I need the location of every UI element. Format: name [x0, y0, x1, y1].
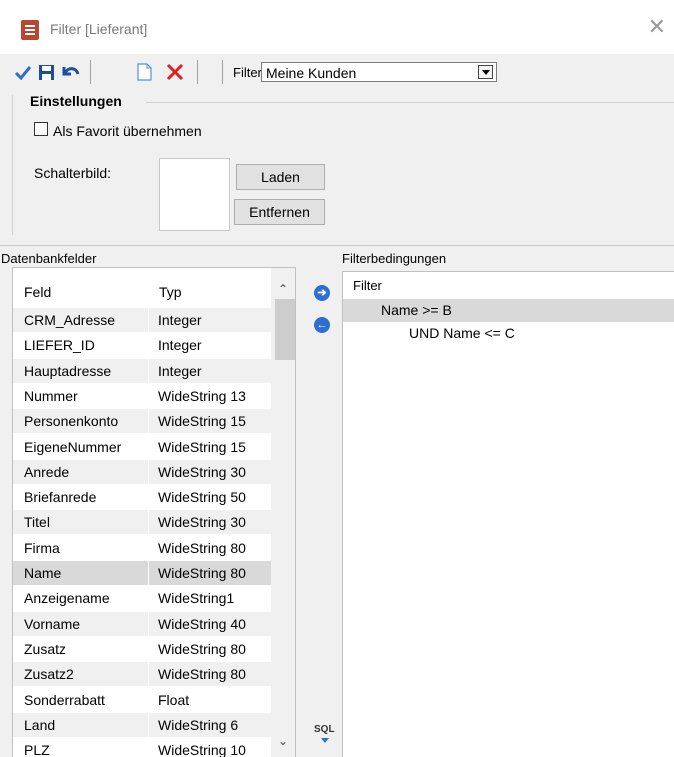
cell-feld: Personenkonto: [13, 409, 148, 434]
checkmark-icon[interactable]: [13, 60, 33, 84]
cell-feld: Anzeigename: [13, 586, 148, 611]
table-row[interactable]: Titel WideString 30: [13, 510, 271, 535]
table-row[interactable]: Anzeigename WideString1: [13, 586, 271, 611]
scroll-down-icon[interactable]: ⌄: [278, 734, 288, 748]
cell-typ: WideString 15: [149, 434, 271, 459]
table-row[interactable]: Zusatz2 WideString 80: [13, 662, 271, 687]
settings-group-title: Einstellungen: [30, 93, 122, 109]
sql-button[interactable]: SQL: [314, 724, 335, 735]
sql-dropdown-icon[interactable]: [321, 738, 329, 743]
tree-node[interactable]: Name >= B: [381, 302, 452, 318]
database-fields-grid[interactable]: Feld Typ CRM_Adresse Integer LIEFER_ID Inte…: [12, 267, 296, 757]
cell-feld: Zusatz2: [13, 662, 148, 687]
window-title: Filter [Lieferant]: [50, 21, 148, 37]
remove-condition-arrow-icon[interactable]: ←: [314, 317, 330, 333]
table-row[interactable]: Briefanrede WideString 50: [13, 485, 271, 510]
grid-header: Feld Typ: [13, 268, 283, 308]
cell-typ: WideString 15: [149, 409, 271, 434]
close-icon[interactable]: ✕: [648, 14, 666, 40]
table-row[interactable]: Nummer WideString 13: [13, 383, 271, 409]
table-row[interactable]: Hauptadresse Integer: [13, 358, 271, 384]
cell-feld: PLZ: [13, 738, 148, 757]
table-row[interactable]: Anrede WideString 30: [13, 459, 271, 485]
load-button[interactable]: Laden: [236, 164, 325, 190]
cell-feld: Briefanrede: [13, 485, 148, 510]
cell-typ: Integer: [149, 358, 271, 383]
table-row[interactable]: Zusatz WideString 80: [13, 636, 271, 662]
cell-typ: WideString 80: [149, 535, 271, 560]
filter-dropdown-value: Meine Kunden: [266, 65, 357, 81]
favorite-checkbox-label[interactable]: Als Favorit übernehmen: [53, 123, 202, 139]
vertical-scrollbar[interactable]: ⌃ ⌄: [271, 268, 295, 757]
button-image-preview: [159, 158, 230, 231]
delete-icon[interactable]: [164, 60, 186, 84]
cell-typ: WideString 13: [149, 383, 271, 408]
database-fields-label: Datenbankfelder: [1, 251, 97, 266]
cell-typ: WideString 10: [149, 738, 271, 757]
cell-feld: Name: [13, 561, 148, 585]
cell-feld: Land: [13, 712, 148, 737]
table-row[interactable]: Sonderrabatt Float: [13, 687, 271, 713]
chevron-down-icon[interactable]: [478, 65, 493, 79]
filter-conditions-tree[interactable]: Filter Name >= B UND Name <= C: [342, 271, 674, 757]
cell-typ: Integer: [149, 333, 271, 358]
column-header-typ[interactable]: Typ: [159, 284, 182, 300]
table-row[interactable]: Vorname WideString 40: [13, 611, 271, 637]
toolbar: Filter Meine Kunden: [0, 54, 674, 88]
table-row[interactable]: PLZ WideString 10: [13, 738, 271, 757]
cell-feld: Sonderrabatt: [13, 687, 148, 712]
toolbar-separator: [90, 60, 91, 84]
cell-feld: Zusatz: [13, 636, 148, 661]
title-bar: Filter [Lieferant] ✕: [0, 0, 674, 54]
add-condition-arrow-icon[interactable]: ➔: [314, 285, 330, 301]
cell-feld: CRM_Adresse: [13, 308, 148, 332]
cell-typ: WideString 40: [149, 611, 271, 636]
undo-icon[interactable]: [60, 60, 82, 84]
table-row[interactable]: LIEFER_ID Integer: [13, 333, 271, 358]
cell-typ: WideString 80: [149, 662, 271, 687]
save-icon[interactable]: [36, 60, 56, 84]
toolbar-separator: [222, 60, 223, 84]
cell-feld: Anrede: [13, 459, 148, 484]
table-row[interactable]: Name WideString 80: [13, 561, 271, 586]
tree-root-filter[interactable]: Filter: [353, 278, 382, 293]
cell-typ: Float: [149, 687, 271, 712]
tree-node[interactable]: UND Name <= C: [409, 325, 515, 341]
table-row[interactable]: CRM_Adresse Integer: [13, 308, 271, 333]
cell-feld: Firma: [13, 535, 148, 560]
scrollbar-thumb[interactable]: [275, 299, 295, 360]
cell-typ: WideString 50: [149, 485, 271, 510]
cell-feld: Hauptadresse: [13, 358, 148, 383]
table-row[interactable]: Firma WideString 80: [13, 535, 271, 561]
remove-button[interactable]: Entfernen: [234, 199, 325, 225]
settings-group-border: [146, 102, 674, 103]
filter-dropdown[interactable]: Meine Kunden: [261, 62, 497, 82]
cell-typ: WideString 30: [149, 459, 271, 484]
cell-feld: LIEFER_ID: [13, 333, 148, 358]
cell-typ: Integer: [149, 308, 271, 332]
cell-feld: Vorname: [13, 611, 148, 636]
toolbar-separator: [197, 60, 198, 84]
section-divider: [0, 245, 674, 246]
filter-label: Filter: [233, 65, 262, 80]
cell-feld: Nummer: [13, 383, 148, 408]
cell-typ: WideString 80: [149, 561, 271, 585]
filter-app-icon: [21, 20, 39, 40]
table-row[interactable]: Personenkonto WideString 15: [13, 409, 271, 434]
favorite-checkbox[interactable]: [34, 122, 48, 136]
table-row[interactable]: EigeneNummer WideString 15: [13, 434, 271, 460]
cell-typ: WideString1: [149, 586, 271, 611]
cell-typ: WideString 6: [149, 712, 271, 737]
new-document-icon[interactable]: [135, 60, 153, 84]
table-row[interactable]: Land WideString 6: [13, 712, 271, 738]
cell-feld: Titel: [13, 510, 148, 535]
cell-typ: WideString 30: [149, 510, 271, 535]
column-header-feld[interactable]: Feld: [24, 284, 51, 300]
cell-feld: EigeneNummer: [13, 434, 148, 459]
cell-typ: WideString 80: [149, 636, 271, 661]
settings-group-border: [12, 95, 13, 235]
filter-conditions-label: Filterbedingungen: [342, 251, 447, 266]
button-image-label: Schalterbild:: [34, 165, 112, 181]
scroll-up-icon[interactable]: ⌃: [278, 282, 288, 296]
